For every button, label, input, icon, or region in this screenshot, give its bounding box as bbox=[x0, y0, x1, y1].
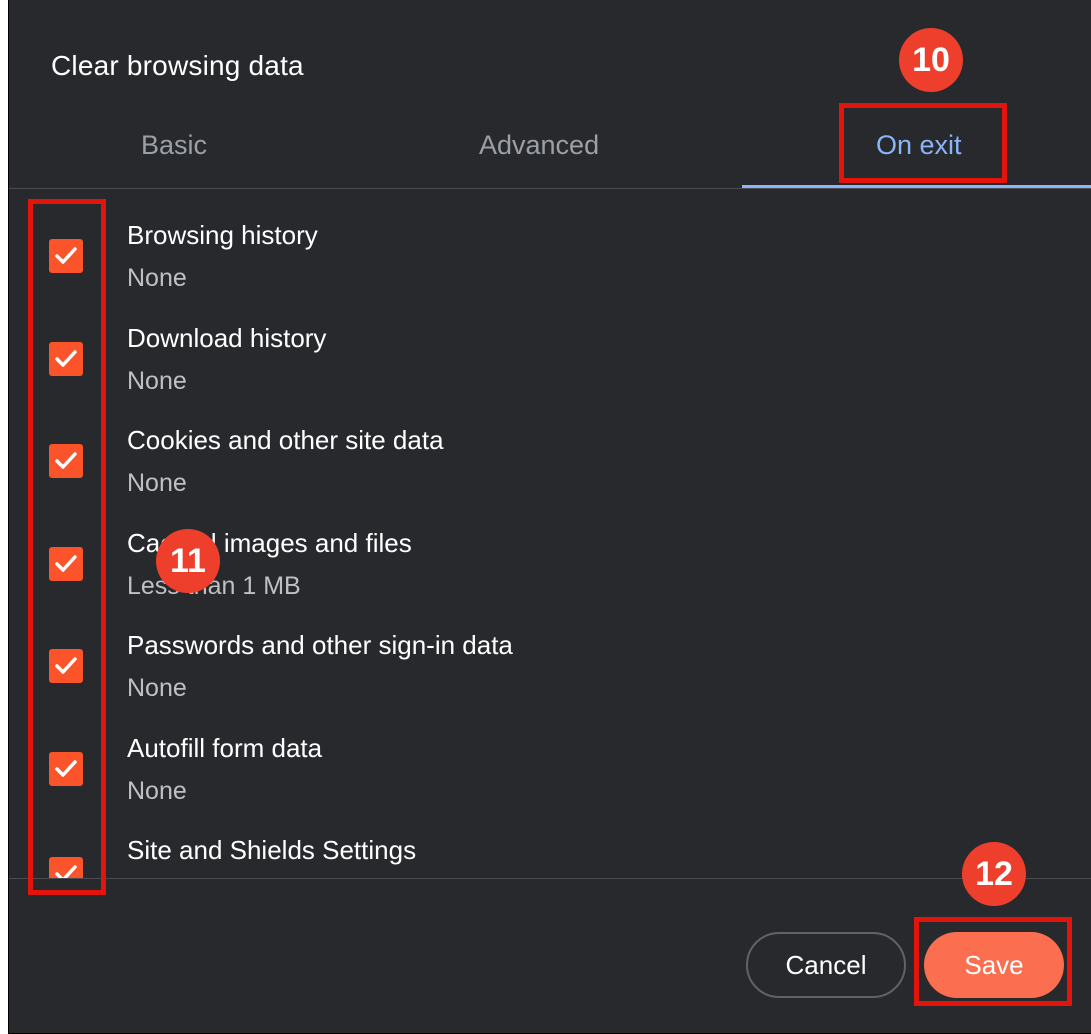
list-item-cookies[interactable]: Cookies and other site data None bbox=[9, 397, 1091, 500]
active-tab-indicator bbox=[742, 185, 1091, 188]
item-title: Browsing history bbox=[127, 220, 318, 250]
item-subtitle: None bbox=[127, 367, 187, 395]
clear-browsing-data-dialog: Clear browsing data Basic Advanced On ex… bbox=[8, 0, 1091, 1034]
item-title: Download history bbox=[127, 323, 327, 353]
footer-divider bbox=[9, 878, 1091, 879]
annotation-box-on-exit bbox=[839, 103, 1007, 183]
item-title: Site and Shields Settings bbox=[127, 835, 417, 865]
tabs-divider bbox=[9, 188, 1091, 189]
list-item-download-history[interactable]: Download history None bbox=[9, 295, 1091, 398]
annotation-box-checkboxes bbox=[28, 199, 106, 895]
annotation-badge-11: 11 bbox=[156, 529, 220, 593]
item-title: Autofill form data bbox=[127, 733, 323, 763]
tab-advanced[interactable]: Advanced bbox=[479, 130, 599, 161]
item-subtitle: None bbox=[127, 674, 187, 702]
item-title: Cookies and other site data bbox=[127, 425, 444, 455]
annotation-badge-12: 12 bbox=[962, 842, 1026, 906]
list-item-passwords[interactable]: Passwords and other sign-in data None bbox=[9, 602, 1091, 705]
item-subtitle: None bbox=[127, 469, 187, 497]
dialog-title: Clear browsing data bbox=[51, 50, 304, 81]
item-title: Passwords and other sign-in data bbox=[127, 630, 513, 660]
annotation-badge-10: 10 bbox=[899, 28, 963, 92]
list-item-autofill[interactable]: Autofill form data None bbox=[9, 705, 1091, 808]
annotation-box-save bbox=[914, 917, 1072, 1006]
list-item-site-shields-settings[interactable]: Site and Shields Settings bbox=[9, 807, 1091, 878]
item-subtitle: None bbox=[127, 777, 187, 805]
item-subtitle: None bbox=[127, 264, 187, 292]
cancel-button[interactable]: Cancel bbox=[746, 932, 906, 998]
tab-basic[interactable]: Basic bbox=[141, 130, 207, 161]
list-item-browsing-history[interactable]: Browsing history None bbox=[9, 192, 1091, 295]
